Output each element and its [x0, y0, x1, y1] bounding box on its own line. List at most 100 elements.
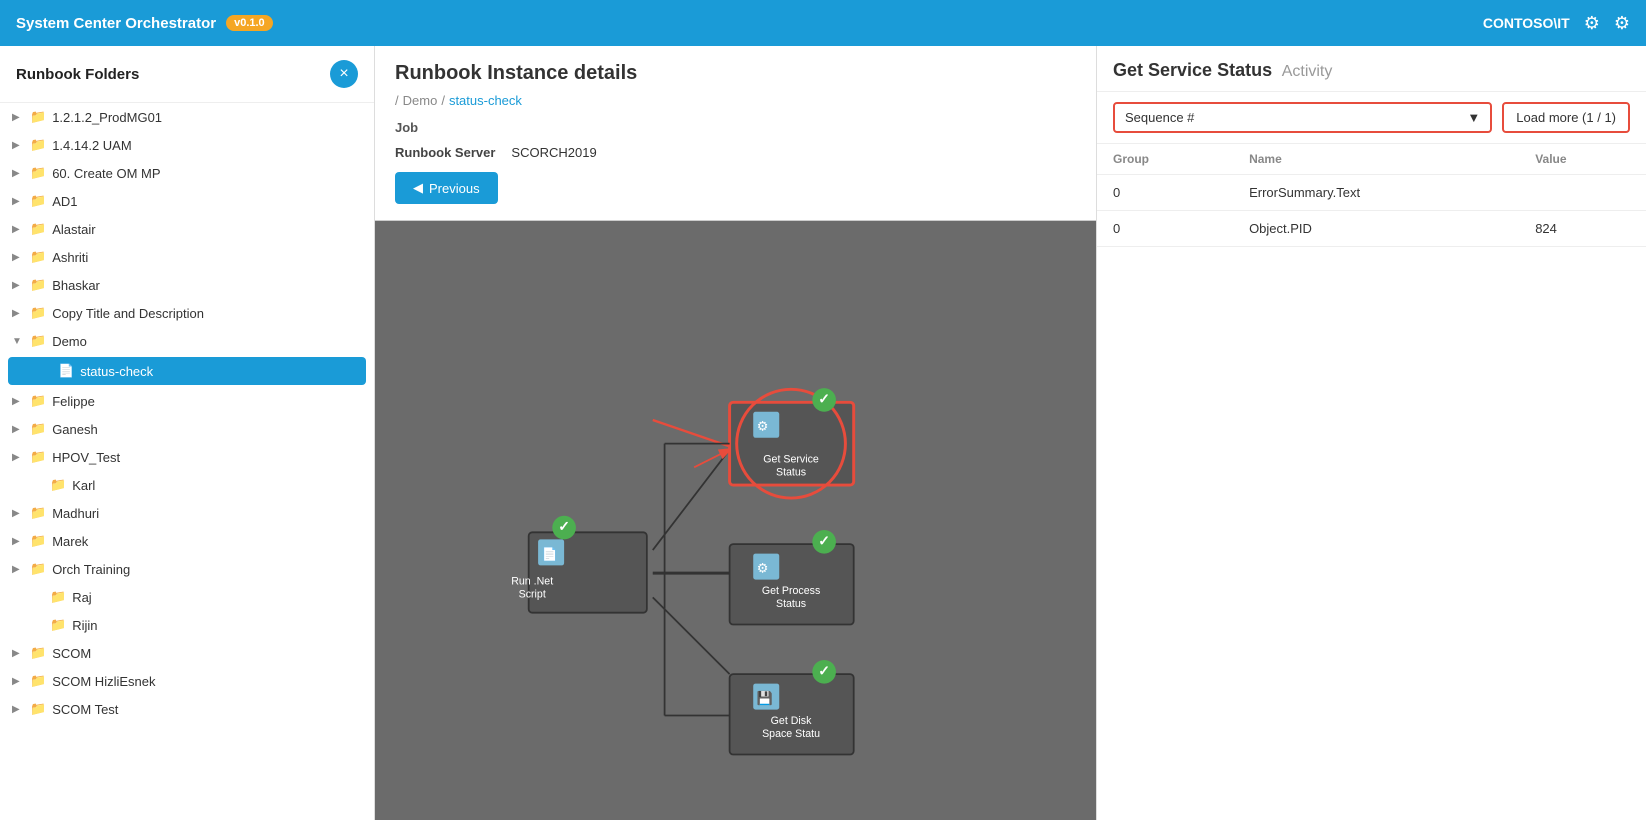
sidebar-title: Runbook Folders — [16, 66, 139, 83]
svg-text:✓: ✓ — [818, 391, 830, 407]
settings-icon[interactable]: ⚙ — [1584, 13, 1600, 34]
chevron-icon: ▶ — [12, 224, 24, 235]
folder-label: Raj — [72, 590, 92, 605]
sidebar-item-raj[interactable]: 📁Raj — [0, 583, 374, 611]
right-panel: Get Service Status Activity Sequence # ▼… — [1096, 46, 1646, 820]
load-more-button[interactable]: Load more (1 / 1) — [1502, 102, 1630, 133]
chevron-icon: ▶ — [12, 676, 24, 687]
sidebar: Runbook Folders × ▶📁1.2.1.2_ProdMG01▶📁1.… — [0, 46, 375, 820]
sidebar-scroll[interactable]: ▶📁1.2.1.2_ProdMG01▶📁1.4.14.2 UAM▶📁60. Cr… — [0, 103, 374, 820]
folder-icon: 📁 — [30, 165, 46, 181]
folder-label: Marek — [52, 534, 88, 549]
table-row: 0ErrorSummary.Text — [1097, 175, 1646, 211]
sidebar-item-rijin[interactable]: 📁 Rijin — [0, 611, 374, 639]
svg-text:Space Statu: Space Statu — [762, 728, 820, 740]
chevron-icon: ▶ — [12, 536, 24, 547]
folder-icon: 📁 — [30, 645, 46, 661]
svg-text:💾: 💾 — [757, 691, 773, 706]
col-name: Name — [1233, 144, 1519, 175]
main-layout: Runbook Folders × ▶📁1.2.1.2_ProdMG01▶📁1.… — [0, 46, 1646, 820]
folder-icon: 📁 — [30, 505, 46, 521]
sidebar-item-status-check[interactable]: 📄 status-check — [8, 357, 366, 385]
folder-label: 60. Create OM MP — [52, 166, 160, 181]
cell-name-1: Object.PID — [1233, 211, 1519, 247]
folder-icon: 📁 — [30, 277, 46, 293]
version-badge: v0.1.0 — [226, 15, 273, 31]
breadcrumb-status-check[interactable]: status-check — [449, 93, 522, 108]
folder-label: AD1 — [52, 194, 77, 209]
svg-text:✓: ✓ — [818, 663, 830, 679]
folder-icon: 📁 — [30, 333, 46, 349]
svg-text:⚙: ⚙ — [757, 419, 769, 434]
chevron-icon: ▶ — [12, 564, 24, 575]
folder-icon: 📁 — [30, 305, 46, 321]
gear-icon[interactable]: ⚙ — [1614, 13, 1630, 34]
sidebar-item-scomhizli[interactable]: ▶📁SCOM HizliEsnek — [0, 667, 374, 695]
table-body: 0ErrorSummary.Text0Object.PID824 — [1097, 175, 1646, 247]
sidebar-item-hpov[interactable]: ▶📁HPOV_Test — [0, 443, 374, 471]
cell-group-0: 0 — [1097, 175, 1233, 211]
folder-icon: 📁 — [30, 533, 46, 549]
prev-button-label: Previous — [429, 181, 480, 196]
runbook-instance-title: Runbook Instance details — [395, 62, 1076, 85]
folder-icon: 📁 — [30, 449, 46, 465]
runbook-server-key: Runbook Server — [395, 145, 495, 160]
sidebar-item-marek[interactable]: ▶ 📁 Marek — [0, 527, 374, 555]
sidebar-item-karl[interactable]: 📁Karl — [0, 471, 374, 499]
chevron-icon: ▶ — [12, 112, 24, 123]
header-left: System Center Orchestrator v0.1.0 — [16, 15, 273, 32]
chevron-icon: ▶ — [12, 196, 24, 207]
app-header: System Center Orchestrator v0.1.0 CONTOS… — [0, 0, 1646, 46]
folder-label: Rijin — [72, 618, 97, 633]
sidebar-item-bhaskar[interactable]: ▶📁Bhaskar — [0, 271, 374, 299]
folder-label: Bhaskar — [52, 278, 100, 293]
sidebar-item-madhuri[interactable]: ▶📁Madhuri — [0, 499, 374, 527]
right-panel-header: Get Service Status Activity — [1097, 46, 1646, 92]
folder-icon: 📁 — [30, 393, 46, 409]
chevron-icon: ▶ — [12, 140, 24, 151]
sidebar-item-ashriti[interactable]: ▶📁Ashriti — [0, 243, 374, 271]
right-panel-title: Get Service Status — [1113, 60, 1272, 80]
sidebar-item-scom[interactable]: ▶📁SCOM — [0, 639, 374, 667]
svg-text:✓: ✓ — [558, 519, 570, 535]
breadcrumb-demo: Demo — [403, 93, 438, 108]
prev-arrow-icon: ◀ — [413, 180, 423, 196]
folder-icon: 📄 — [58, 363, 74, 379]
sidebar-item-1212[interactable]: ▶📁1.2.1.2_ProdMG01 — [0, 103, 374, 131]
table-header-row: Group Name Value — [1097, 144, 1646, 175]
folder-icon: 📁 — [50, 477, 66, 493]
app-title: System Center Orchestrator — [16, 15, 216, 32]
sidebar-item-felippe[interactable]: ▶📁Felippe — [0, 387, 374, 415]
sidebar-item-ad1[interactable]: ▶📁AD1 — [0, 187, 374, 215]
sidebar-item-demo[interactable]: ▼📁Demo — [0, 327, 374, 355]
breadcrumb: / Demo / status-check — [395, 93, 1076, 108]
folder-label: 1.2.1.2_ProdMG01 — [52, 110, 162, 125]
sidebar-item-60[interactable]: ▶ 📁 60. Create OM MP — [0, 159, 374, 187]
col-value: Value — [1519, 144, 1646, 175]
col-group: Group — [1097, 144, 1233, 175]
sidebar-item-alastair[interactable]: ▶📁Alastair — [0, 215, 374, 243]
folder-icon: 📁 — [30, 249, 46, 265]
sidebar-close-button[interactable]: × — [330, 60, 358, 88]
sequence-dropdown[interactable]: Sequence # ▼ — [1113, 102, 1492, 133]
sidebar-item-1414[interactable]: ▶📁1.4.14.2 UAM — [0, 131, 374, 159]
svg-text:📄: 📄 — [542, 546, 558, 561]
folder-label: Orch Training — [52, 562, 130, 577]
chevron-icon: ▶ — [12, 168, 24, 179]
folder-icon: 📁 — [50, 617, 66, 633]
folder-label: status-check — [80, 364, 153, 379]
workflow-canvas: ✓ 📄 Run .Net Script ✓ ⚙ Get Service Stat… — [375, 221, 1096, 820]
chevron-icon: ▶ — [12, 704, 24, 715]
job-section-label: Job — [395, 120, 1076, 135]
sidebar-item-copy[interactable]: ▶📁Copy Title and Description — [0, 299, 374, 327]
sequence-dropdown-label: Sequence # — [1125, 110, 1194, 125]
breadcrumb-separator2: / — [441, 93, 445, 108]
sidebar-item-scomtest[interactable]: ▶📁SCOM Test — [0, 695, 374, 723]
sidebar-item-ganesh[interactable]: ▶📁Ganesh — [0, 415, 374, 443]
previous-button[interactable]: ◀ Previous — [395, 172, 498, 204]
chevron-icon: ▶ — [12, 308, 24, 319]
sidebar-item-orch[interactable]: ▶📁Orch Training — [0, 555, 374, 583]
breadcrumb-separator: / — [395, 93, 399, 108]
folder-label: Ganesh — [52, 422, 98, 437]
chevron-icon: ▶ — [12, 508, 24, 519]
